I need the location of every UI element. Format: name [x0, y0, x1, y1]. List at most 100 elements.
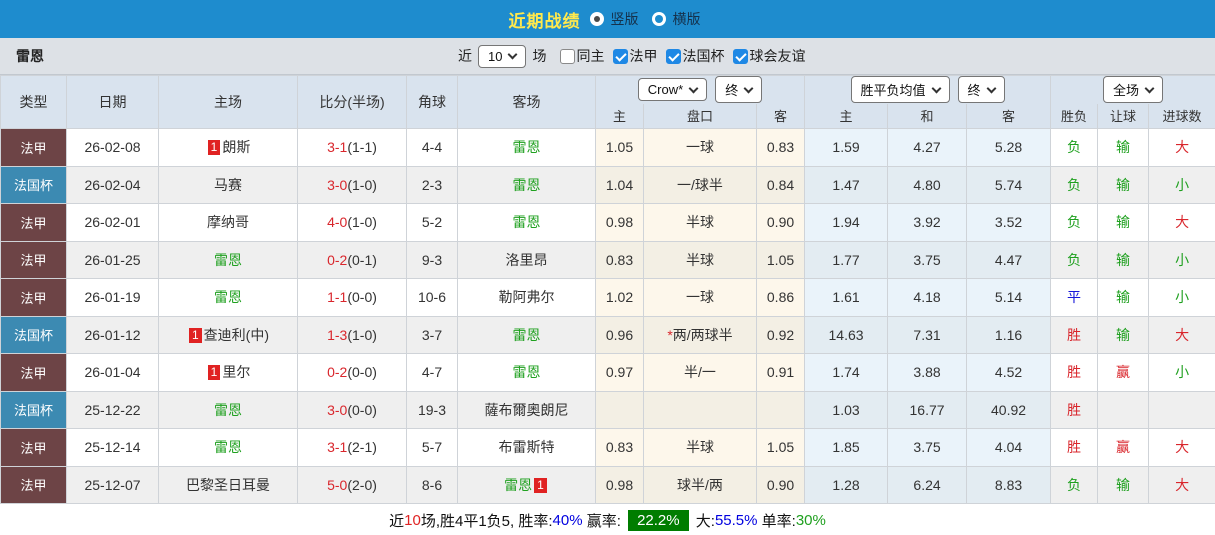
page-title: 近期战绩 — [508, 11, 581, 31]
fulltime-score: 4-0 — [327, 214, 348, 231]
fulltime-score: 1-3 — [327, 326, 348, 343]
red-card-badge: 1 — [207, 140, 221, 156]
subheader-goals: 进球数 — [1148, 103, 1215, 129]
avg-win-cell: 1.94 — [804, 203, 889, 242]
checkbox-label-法国杯[interactable]: 法国杯 — [682, 46, 724, 66]
handicap-value: 一球 — [686, 139, 714, 156]
results-tbody: 法甲 26-02-08 1 朗斯 3-1(1-1) 4-4 雷恩 1.05 一球 0.83 1.59… — [0, 128, 1215, 504]
table-row: 法甲 26-01-25 雷恩 0-2(0-1) 9-3 洛里昂 0.83 半球 1.05 1.77… — [0, 240, 1215, 279]
avg-draw-cell: 7.31 — [887, 315, 968, 354]
checkbox-label-同主[interactable]: 同主 — [576, 46, 604, 66]
results-table: 类型 日期 主场 比分(半场) 角球 客场 Crow* 终 胜平负均值 终 全场… — [0, 75, 1215, 504]
fulltime-score: 3-1 — [327, 439, 348, 456]
avg-lose-cell: 4.47 — [966, 240, 1052, 279]
period-select[interactable]: 全场 — [1103, 76, 1164, 104]
home-team-name: 马赛 — [214, 176, 242, 193]
chevron-down-icon — [931, 83, 941, 94]
goals-total-cell: 大 — [1148, 315, 1215, 354]
match-date: 25-12-14 — [66, 428, 159, 467]
odds-away-cell: 0.90 — [755, 203, 806, 242]
table-row: 法甲 26-01-19 雷恩 1-1(0-0) 10-6 勒阿弗尔 1.02 一球 0.86 1.… — [0, 278, 1215, 317]
outcome-cell: 负 — [1050, 128, 1099, 167]
score-cell: 1-3(1-0) — [297, 315, 407, 354]
odds-home-cell — [595, 390, 644, 429]
table-row: 法甲 26-02-01 摩纳哥 4-0(1-0) 5-2 雷恩 0.98 半球 0.90 1.94… — [0, 203, 1215, 242]
horizontal-view-label[interactable]: 横版 — [673, 9, 701, 29]
games-count-select[interactable]: 10 — [478, 44, 527, 68]
halftime-score: (1-0) — [347, 326, 377, 343]
away-team-name: 雷恩 — [512, 139, 541, 156]
period-select-group: 全场 — [1050, 75, 1215, 104]
odds-time-select[interactable]: 终 — [715, 76, 763, 104]
odds-home-cell: 0.83 — [595, 240, 644, 279]
home-team: 1 里尔 — [158, 353, 298, 392]
avg-lose-cell: 1.16 — [966, 315, 1052, 354]
vertical-view-label[interactable]: 竖版 — [611, 9, 639, 29]
checkbox-法甲[interactable] — [613, 48, 629, 64]
near-label: 近 — [458, 48, 472, 64]
handicap-value: 一球 — [686, 289, 714, 306]
avg-draw-cell: 3.75 — [887, 240, 968, 279]
fulltime-score: 1-1 — [327, 289, 348, 306]
bookmaker-select[interactable]: Crow* — [637, 78, 708, 102]
games-suffix-label: 场 — [532, 48, 547, 64]
home-team-name: 雷恩 — [214, 439, 242, 456]
corners-cell: 5-2 — [406, 203, 458, 242]
halftime-score: (1-0) — [347, 176, 377, 193]
summary-segment: 55.5% — [714, 511, 758, 529]
table-row: 法国杯 25-12-22 雷恩 3-0(0-0) 19-3 薩布爾奧朗尼 1.03 16.77… — [0, 390, 1215, 429]
corners-cell: 3-7 — [406, 315, 458, 354]
chevron-down-icon — [743, 83, 754, 94]
checkbox-法国杯[interactable] — [666, 48, 682, 64]
score-cell: 1-1(0-0) — [297, 278, 407, 317]
handicap-cell: 一/球半 — [643, 165, 757, 204]
horizontal-view-radio[interactable] — [651, 12, 666, 26]
goals-total-cell: 大 — [1148, 428, 1215, 467]
avg-odds-select[interactable]: 胜平负均值 — [850, 76, 950, 104]
summary-segment: 22.2% — [628, 509, 689, 531]
checkbox-球会友谊[interactable] — [733, 48, 749, 64]
handicap-result-cell: 输 — [1097, 278, 1150, 317]
avg-time-select[interactable]: 终 — [957, 76, 1005, 104]
match-date: 26-01-19 — [66, 278, 159, 317]
handicap-result-cell: 输 — [1097, 240, 1150, 279]
corners-cell: 4-4 — [406, 128, 458, 167]
home-team-name: 雷恩 — [214, 401, 242, 418]
vertical-view-radio[interactable] — [589, 12, 604, 26]
match-date: 26-02-04 — [66, 165, 159, 204]
away-team: 雷恩 — [457, 315, 596, 354]
goals-total-cell — [1148, 390, 1215, 429]
score-cell: 5-0(2-0) — [297, 465, 407, 504]
home-team: 雷恩 — [158, 428, 298, 467]
odds-select-group: Crow* 终 — [594, 75, 806, 104]
avg-lose-cell: 5.28 — [966, 128, 1052, 167]
odds-time-select-value: 终 — [725, 83, 739, 99]
summary-segment: 30% — [795, 511, 826, 529]
checkbox-同主[interactable] — [560, 48, 576, 64]
handicap-result-cell: 赢 — [1097, 353, 1150, 392]
odds-away-cell: 1.05 — [755, 240, 806, 279]
table-row: 法甲 25-12-14 雷恩 3-1(2-1) 5-7 布雷斯特 0.83 半球 1.05 1.8… — [0, 428, 1215, 467]
goals-total-cell: 大 — [1148, 465, 1215, 504]
outcome-cell: 负 — [1050, 240, 1099, 279]
away-team-name: 雷恩 — [504, 476, 533, 493]
home-team-name: 雷恩 — [214, 251, 242, 268]
away-team-name: 勒阿弗尔 — [498, 289, 555, 306]
score-cell: 3-0(0-0) — [297, 390, 407, 429]
checkbox-label-法甲[interactable]: 法甲 — [629, 46, 657, 66]
away-team-name: 雷恩 — [512, 364, 541, 381]
avg-draw-cell: 4.18 — [887, 278, 968, 317]
handicap-value: 半球 — [686, 439, 714, 456]
avg-win-cell: 1.85 — [804, 428, 889, 467]
checkbox-label-球会友谊[interactable]: 球会友谊 — [749, 46, 805, 66]
handicap-cell: 球半/两 — [643, 465, 757, 504]
odds-away-cell: 0.86 — [755, 278, 806, 317]
avg-win-cell: 1.03 — [804, 390, 889, 429]
red-card-badge: 1 — [534, 477, 547, 493]
bookmaker-select-value: Crow* — [647, 82, 684, 98]
match-date: 25-12-22 — [66, 390, 159, 429]
handicap-result-cell: 输 — [1097, 203, 1150, 242]
away-team: 勒阿弗尔 — [457, 278, 596, 317]
avg-win-cell: 1.74 — [804, 353, 889, 392]
goals-total-cell: 小 — [1148, 165, 1215, 204]
